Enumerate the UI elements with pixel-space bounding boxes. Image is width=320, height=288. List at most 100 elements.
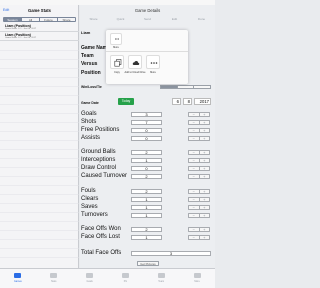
detail-toolbar: Share Quick Send Edit Done	[80, 17, 215, 22]
stat-value-face-offs-won[interactable]: 2	[131, 227, 162, 232]
segment-future[interactable]: Future	[40, 18, 58, 21]
segment-all[interactable]: All	[22, 18, 40, 21]
more-apps-button[interactable]	[110, 33, 123, 45]
win-segment[interactable]	[161, 86, 178, 88]
increment-button[interactable]: +	[200, 166, 210, 170]
toolbar-share[interactable]: Share	[80, 17, 107, 22]
page-title: Game Details	[134, 7, 161, 13]
tab-pic[interactable]: Pic	[107, 269, 143, 288]
cloud-drive-action[interactable]	[128, 55, 142, 69]
stat-value-fouls[interactable]: 2	[131, 189, 162, 194]
stat-value-draw-control[interactable]: 0	[131, 166, 162, 171]
decrement-button[interactable]: −	[189, 158, 200, 163]
increment-button[interactable]: +	[200, 213, 210, 217]
saves-stepper[interactable]: − +	[188, 205, 210, 210]
decrement-button[interactable]: −	[189, 189, 200, 194]
free-positions-stepper[interactable]: − +	[188, 128, 210, 133]
goals-stepper[interactable]: − +	[188, 112, 210, 117]
assists-stepper[interactable]: − +	[188, 136, 210, 141]
loss-segment[interactable]	[177, 86, 195, 88]
clears-stepper[interactable]: − +	[188, 197, 210, 202]
turnovers-stepper[interactable]: − +	[188, 213, 210, 218]
toolbar-done[interactable]: Done	[188, 17, 215, 22]
day-field[interactable]: 8	[183, 98, 192, 105]
increment-button[interactable]: +	[200, 197, 210, 201]
increment-button[interactable]: +	[200, 205, 210, 209]
decrement-button[interactable]: −	[189, 112, 200, 117]
decrement-button[interactable]: −	[189, 166, 200, 171]
today-button[interactable]: Today	[118, 98, 134, 105]
stat-value-turnovers[interactable]: 1	[131, 213, 162, 218]
tab-goals[interactable]: Goals	[72, 269, 108, 288]
increment-button[interactable]: +	[200, 235, 210, 239]
decrement-button[interactable]: −	[189, 235, 200, 240]
empty-list-lines	[0, 42, 79, 264]
tab-label: Goals	[86, 280, 93, 283]
tab-games[interactable]: Games	[0, 269, 36, 288]
draw-control-stepper[interactable]: − +	[188, 166, 210, 171]
copy-action[interactable]	[110, 55, 124, 69]
stat-value-assists[interactable]: 0	[131, 136, 162, 141]
face-offs-won-stepper[interactable]: − +	[188, 227, 210, 232]
tie-segment[interactable]	[194, 86, 211, 88]
tab-label: Pic	[123, 280, 128, 283]
stat-value-saves[interactable]: 1	[131, 205, 162, 210]
list-icon	[14, 273, 22, 278]
toolbar-quick[interactable]: Quick	[107, 17, 134, 22]
year-field[interactable]: 2017	[194, 98, 211, 105]
stat-value-clears[interactable]: 1	[131, 197, 162, 202]
decrement-button[interactable]: −	[189, 205, 200, 210]
increment-button[interactable]: +	[200, 128, 210, 132]
game-row-subtitle: Game Notes ### · Jun 08, 2017	[5, 37, 37, 39]
month-field[interactable]: 6	[172, 98, 181, 105]
face-offs-lost-stepper[interactable]: − +	[188, 235, 210, 240]
decrement-button[interactable]: −	[189, 150, 200, 155]
increment-button[interactable]: +	[200, 120, 210, 124]
increment-button[interactable]: +	[200, 112, 210, 116]
stat-label-face-offs-lost: Face Offs Lost	[81, 234, 120, 240]
shots-stepper[interactable]: − +	[188, 120, 210, 125]
stat-label-assists: Assists	[81, 135, 101, 141]
stat-value-face-offs-lost[interactable]: 1	[131, 235, 162, 240]
stat-value-free-positions[interactable]: 0	[131, 128, 162, 133]
toolbar-edit[interactable]: Edit	[161, 17, 188, 22]
increment-button[interactable]: +	[200, 158, 210, 162]
fouls-stepper[interactable]: − +	[188, 189, 210, 194]
tab-stats[interactable]: Stats	[36, 269, 72, 288]
versus-label: Versus	[81, 61, 98, 67]
stat-value-goals[interactable]: 3	[131, 112, 162, 117]
stat-value-interceptions[interactable]: 1	[131, 158, 162, 163]
list-item[interactable]: Liam (Position) Game Notes ### · Jun 08,…	[0, 23, 79, 32]
copy-icon	[114, 59, 122, 67]
tab-team[interactable]: Team	[143, 269, 179, 288]
stat-label-fouls: Fouls	[81, 188, 96, 194]
list-item[interactable]: Liam (Position) Game Notes ### · Jun 08,…	[0, 32, 79, 41]
decrement-button[interactable]: −	[189, 227, 200, 232]
interceptions-stepper[interactable]: − +	[188, 158, 210, 163]
ground-balls-stepper[interactable]: − +	[188, 150, 210, 155]
get-pictures-button[interactable]: Get Pictures	[137, 261, 159, 266]
decrement-button[interactable]: −	[189, 213, 200, 218]
caused-turnover-stepper[interactable]: − +	[188, 174, 210, 179]
more-icon	[193, 273, 201, 278]
stat-value-caused-turnover[interactable]: 2	[131, 174, 162, 179]
increment-button[interactable]: +	[200, 227, 210, 231]
increment-button[interactable]: +	[200, 189, 210, 193]
increment-button[interactable]: +	[200, 150, 210, 154]
increment-button[interactable]: +	[200, 136, 210, 140]
decrement-button[interactable]: −	[189, 197, 200, 202]
more-action[interactable]	[146, 55, 160, 69]
increment-button[interactable]: +	[200, 174, 210, 178]
decrement-button[interactable]: −	[189, 174, 200, 179]
decrement-button[interactable]: −	[189, 128, 200, 133]
decrement-button[interactable]: −	[189, 120, 200, 125]
toolbar-send[interactable]: Send	[134, 17, 161, 22]
stat-value-ground-balls[interactable]: 2	[131, 150, 162, 155]
tab-label: Games	[14, 280, 22, 283]
segment-season[interactable]: Season	[4, 18, 22, 21]
decrement-button[interactable]: −	[189, 136, 200, 141]
stat-value-shots[interactable]: 7	[131, 120, 162, 125]
tab-more[interactable]: More	[179, 269, 215, 288]
segment-share[interactable]: Share	[58, 18, 75, 21]
win-loss-tie-control[interactable]	[160, 85, 211, 89]
